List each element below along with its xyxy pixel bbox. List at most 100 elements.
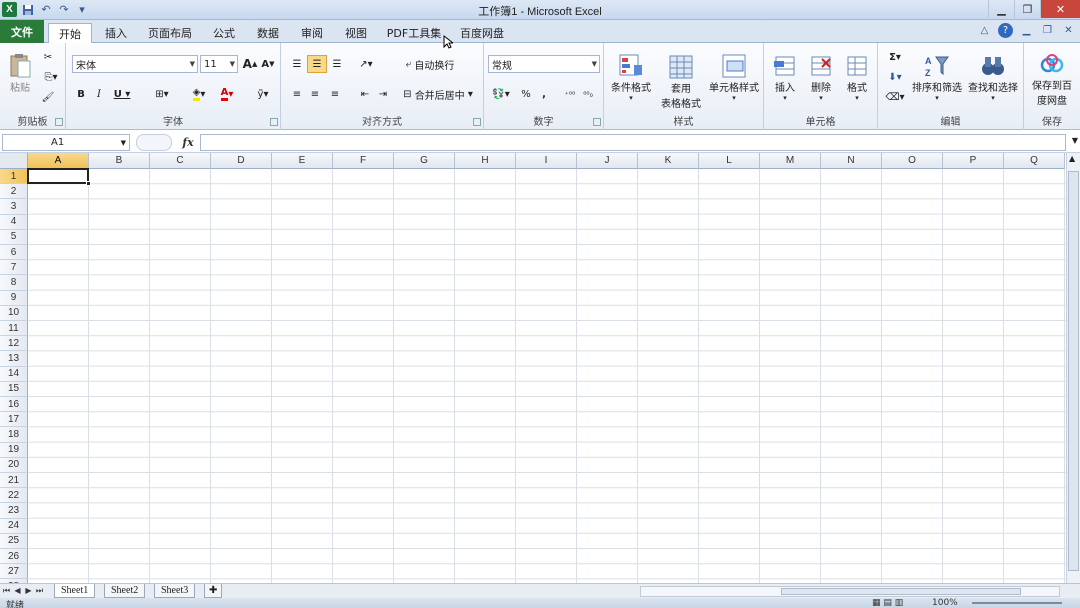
number-format-select[interactable]: 常规 ▼ — [488, 55, 600, 73]
row-header[interactable]: 22 — [0, 488, 28, 504]
borders-icon[interactable]: ⊞▾ — [150, 85, 174, 103]
copy-icon[interactable]: ⎘▾ — [40, 69, 62, 85]
increase-indent-icon[interactable]: ⇥ — [375, 85, 391, 103]
font-color-icon[interactable]: A ▾ — [214, 85, 240, 103]
column-header[interactable]: B — [89, 153, 150, 169]
column-header[interactable]: G — [394, 153, 455, 169]
tab-insert[interactable]: 插入 — [96, 23, 136, 43]
phonetic-icon[interactable]: ÿ̈▾ — [250, 85, 276, 103]
tab-review[interactable]: 审阅 — [292, 23, 332, 43]
row-header[interactable]: 19 — [0, 442, 28, 458]
sort-filter-button[interactable]: AZ 排序和筛选 ▾ — [910, 47, 964, 107]
column-header[interactable]: I — [516, 153, 577, 169]
merge-center-button[interactable]: ⊟ 合并后居中 ▾ — [399, 85, 477, 103]
ribbon-close-icon[interactable]: ✕ — [1061, 23, 1076, 38]
align-bottom-icon[interactable]: ☰ — [329, 55, 345, 73]
prev-sheet-icon[interactable]: ◀ — [13, 586, 22, 595]
wrap-text-button[interactable]: ⤶ 自动换行 — [399, 55, 461, 73]
column-header[interactable]: C — [150, 153, 211, 169]
column-header[interactable]: M — [760, 153, 821, 169]
column-header[interactable]: L — [699, 153, 760, 169]
font-launcher-icon[interactable] — [270, 118, 278, 126]
column-header[interactable]: J — [577, 153, 638, 169]
tab-baidu-netdisk[interactable]: 百度网盘 — [456, 23, 508, 43]
formula-input[interactable] — [200, 134, 1066, 151]
fill-handle[interactable] — [86, 181, 91, 187]
vertical-scrollbar[interactable]: ▲ — [1066, 153, 1080, 583]
last-sheet-icon[interactable]: ⏭ — [35, 586, 44, 596]
page-break-view-icon[interactable]: ▥ — [895, 598, 904, 608]
format-cells-button[interactable]: 格式 ▾ — [840, 47, 874, 107]
number-launcher-icon[interactable] — [593, 118, 601, 126]
clipboard-launcher-icon[interactable] — [55, 118, 63, 126]
row-header[interactable]: 5 — [0, 229, 28, 245]
zoom-level[interactable]: 100% — [932, 598, 958, 608]
row-header[interactable]: 18 — [0, 427, 28, 443]
column-header[interactable]: A — [28, 153, 89, 169]
save-to-baidu-button[interactable]: 保存到百 度网盘 — [1026, 47, 1078, 111]
row-header[interactable]: 6 — [0, 245, 28, 261]
clear-icon[interactable]: ⌫▾ — [884, 89, 906, 105]
close-icon[interactable]: ✕ — [1040, 0, 1080, 18]
underline-icon[interactable]: U ▾ — [110, 85, 134, 103]
grow-font-icon[interactable]: A ▲ — [242, 55, 258, 73]
maximize-icon[interactable]: ❐ — [1014, 0, 1040, 18]
row-header[interactable]: 12 — [0, 336, 28, 352]
column-header[interactable]: Q — [1004, 153, 1065, 169]
row-header[interactable]: 10 — [0, 305, 28, 321]
bold-icon[interactable]: B — [74, 85, 88, 103]
accounting-format-icon[interactable]: 💱▾ — [488, 85, 514, 103]
row-header[interactable]: 8 — [0, 275, 28, 291]
ribbon-minimize-icon[interactable]: ▁ — [1019, 23, 1034, 38]
format-as-table-button[interactable]: 套用 表格格式 — [656, 47, 706, 117]
shrink-font-icon[interactable]: A ▼ — [260, 55, 276, 73]
align-middle-icon[interactable]: ☰ — [307, 55, 327, 73]
active-cell[interactable] — [27, 168, 89, 185]
font-size-select[interactable]: 11 ▼ — [200, 55, 238, 73]
decrease-decimal-icon[interactable]: ⁰⁰₀ — [580, 85, 596, 103]
tab-page-layout[interactable]: 页面布局 — [140, 23, 200, 43]
column-header[interactable]: P — [943, 153, 1004, 169]
comma-style-button[interactable]: , — [536, 85, 552, 103]
fill-color-icon[interactable]: ◈ ▾ — [186, 85, 212, 103]
horizontal-scrollbar[interactable] — [640, 586, 1060, 597]
next-sheet-icon[interactable]: ▶ — [24, 586, 33, 595]
column-header[interactable]: F — [333, 153, 394, 169]
sheet-tab[interactable]: Sheet1 — [54, 584, 96, 598]
autosum-icon[interactable]: Σ▾ — [884, 49, 906, 65]
row-header[interactable]: 13 — [0, 351, 28, 367]
normal-view-icon[interactable]: ▦ — [872, 598, 881, 608]
first-sheet-icon[interactable]: ⏮ — [2, 586, 11, 596]
page-layout-view-icon[interactable]: ▤ — [883, 598, 892, 608]
row-header[interactable]: 16 — [0, 397, 28, 413]
format-painter-icon[interactable]: 🖌 — [40, 89, 56, 105]
row-header[interactable]: 24 — [0, 518, 28, 534]
insert-function-icon[interactable]: fx — [178, 134, 198, 151]
row-header[interactable]: 17 — [0, 412, 28, 428]
find-select-button[interactable]: 查找和选择 ▾ — [966, 47, 1020, 107]
row-header[interactable]: 11 — [0, 321, 28, 337]
font-name-select[interactable]: 宋体 ▼ — [72, 55, 198, 73]
name-box-dropdown-icon[interactable]: ▼ — [121, 139, 126, 147]
row-header[interactable]: 21 — [0, 473, 28, 489]
horizontal-scroll-thumb[interactable] — [781, 588, 1021, 595]
alignment-launcher-icon[interactable] — [473, 118, 481, 126]
row-header[interactable]: 27 — [0, 564, 28, 580]
minimize-icon[interactable]: ▁ — [988, 0, 1014, 18]
decrease-indent-icon[interactable]: ⇤ — [357, 85, 373, 103]
delete-cells-button[interactable]: 删除 ▾ — [804, 47, 838, 107]
sheet-tab[interactable]: Sheet2 — [104, 584, 146, 598]
row-header[interactable]: 26 — [0, 549, 28, 565]
row-header[interactable]: 20 — [0, 457, 28, 473]
sheet-tab[interactable]: Sheet3 — [154, 584, 196, 598]
tab-file[interactable]: 文件 — [0, 20, 44, 43]
paste-button[interactable]: 粘贴 — [4, 47, 36, 99]
conditional-formatting-button[interactable]: 条件格式 ▾ — [606, 47, 656, 107]
cell-styles-button[interactable]: 单元格样式 ▾ — [706, 47, 762, 107]
vertical-scroll-thumb[interactable] — [1068, 171, 1079, 571]
column-header[interactable]: H — [455, 153, 516, 169]
cut-icon[interactable]: ✂ — [40, 49, 56, 65]
row-header[interactable]: 25 — [0, 533, 28, 549]
row-header[interactable]: 15 — [0, 381, 28, 397]
row-header[interactable]: 14 — [0, 366, 28, 382]
